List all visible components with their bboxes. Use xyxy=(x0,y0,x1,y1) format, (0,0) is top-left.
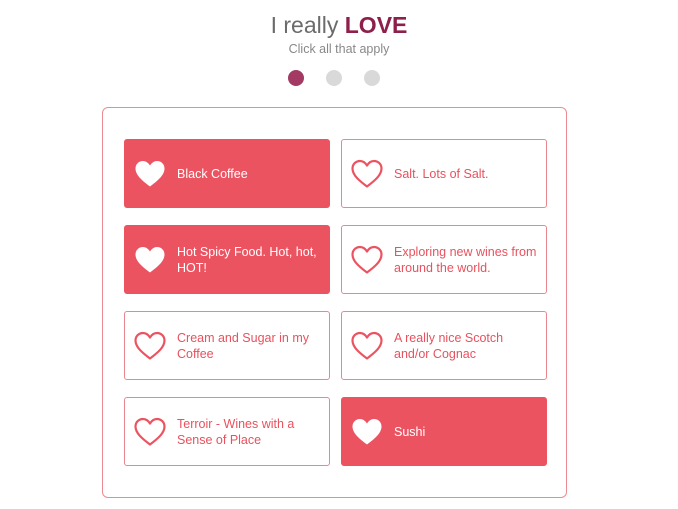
option-card[interactable]: Terroir - Wines with a Sense of Place xyxy=(124,397,330,466)
option-card[interactable]: Sushi xyxy=(341,397,547,466)
option-label: Terroir - Wines with a Sense of Place xyxy=(177,416,295,447)
option-label: Sushi xyxy=(394,424,426,439)
header: I really LOVE Click all that apply xyxy=(0,10,678,57)
option-card[interactable]: Hot Spicy Food. Hot, hot, HOT! xyxy=(124,225,330,294)
heart-outline-icon xyxy=(351,331,383,360)
title-prefix: I really xyxy=(270,12,345,38)
heart-icon xyxy=(352,418,382,444)
option-label: Hot Spicy Food. Hot, hot, HOT! xyxy=(177,244,317,275)
page-title: I really LOVE xyxy=(0,10,678,40)
option-card[interactable]: A really nice Scotch and/or Cognac xyxy=(341,311,547,380)
step-indicator xyxy=(288,70,380,86)
step-dot-1[interactable] xyxy=(288,70,304,86)
instruction-text: Click all that apply xyxy=(288,42,390,56)
heart-outline-icon xyxy=(134,331,166,360)
option-card[interactable]: Salt. Lots of Salt. xyxy=(341,139,547,208)
title-emphasis: LOVE xyxy=(344,12,408,38)
heart-outline-icon xyxy=(134,417,166,446)
heart-outline-icon xyxy=(351,245,383,274)
option-label: Black Coffee xyxy=(177,166,248,181)
heart-icon xyxy=(135,160,165,186)
option-label: Salt. Lots of Salt. xyxy=(394,166,489,181)
option-card[interactable]: Cream and Sugar in my Coffee xyxy=(124,311,330,380)
step-dot-3[interactable] xyxy=(364,70,380,86)
option-label: Exploring new wines from around the worl… xyxy=(394,244,537,275)
options-panel: Black Coffee Salt. Lots of Salt. Hot Spi… xyxy=(102,107,567,498)
option-card[interactable]: Black Coffee xyxy=(124,139,330,208)
step-dot-2[interactable] xyxy=(326,70,342,86)
option-card[interactable]: Exploring new wines from around the worl… xyxy=(341,225,547,294)
heart-outline-icon xyxy=(351,159,383,188)
option-label: A really nice Scotch and/or Cognac xyxy=(394,330,504,361)
option-label: Cream and Sugar in my Coffee xyxy=(177,330,310,361)
heart-icon xyxy=(135,246,165,272)
